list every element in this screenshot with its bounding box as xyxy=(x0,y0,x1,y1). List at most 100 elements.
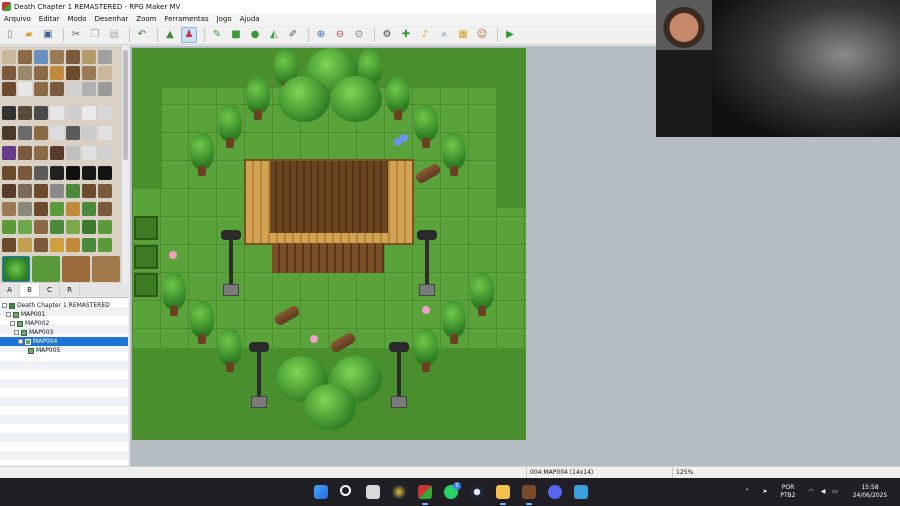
tile[interactable] xyxy=(2,202,16,216)
discord-icon[interactable] xyxy=(548,485,562,499)
tree-map003[interactable]: MAP003 xyxy=(14,328,126,337)
notepad-icon[interactable] xyxy=(574,485,588,499)
tab-b[interactable]: B xyxy=(20,284,40,296)
cut-icon[interactable]: ✂ xyxy=(68,27,84,43)
tile[interactable] xyxy=(32,256,60,282)
tile[interactable] xyxy=(66,126,80,140)
game-icon[interactable] xyxy=(522,485,536,505)
tile[interactable] xyxy=(34,184,48,198)
tree-project[interactable]: Death Chapter 1 REMASTERED xyxy=(2,301,126,310)
tile[interactable] xyxy=(2,106,16,120)
plugin-manager-icon[interactable]: ✚ xyxy=(398,27,414,43)
tile[interactable] xyxy=(18,66,32,80)
zoom-out-icon[interactable]: ⊖ xyxy=(332,27,348,43)
tile[interactable] xyxy=(34,50,48,64)
menu-modo[interactable]: Modo xyxy=(64,15,91,23)
tile[interactable] xyxy=(98,146,112,160)
tile[interactable] xyxy=(50,66,64,80)
collapse-icon[interactable] xyxy=(10,321,15,326)
tree-sprite[interactable] xyxy=(218,328,242,374)
tile[interactable] xyxy=(62,256,90,282)
tileset-palette[interactable] xyxy=(0,46,128,283)
tile[interactable] xyxy=(82,220,96,234)
rpg-maker-taskbar-icon[interactable] xyxy=(418,485,432,505)
tile[interactable] xyxy=(98,106,112,120)
clock-time[interactable]: 15:58 xyxy=(848,484,892,492)
tile[interactable] xyxy=(50,238,64,252)
database-icon[interactable]: ⚙ xyxy=(379,27,395,43)
rectangle-icon[interactable]: ■ xyxy=(228,27,244,43)
tile[interactable] xyxy=(82,202,96,216)
blue-flower-sprite[interactable] xyxy=(400,134,408,142)
tile[interactable] xyxy=(18,126,32,140)
pink-flower-sprite[interactable] xyxy=(310,335,318,343)
undo-icon[interactable]: ↶ xyxy=(134,27,150,43)
bush-sprite[interactable] xyxy=(278,76,330,122)
tile[interactable] xyxy=(2,146,16,160)
tileset-scrollbar[interactable] xyxy=(121,46,128,283)
scrollbar-thumb[interactable] xyxy=(123,50,128,160)
tile[interactable] xyxy=(82,238,96,252)
ellipse-icon[interactable]: ● xyxy=(247,27,263,43)
menu-editar[interactable]: Editar xyxy=(35,15,64,23)
location-icon[interactable]: ➤ xyxy=(760,488,770,496)
tile[interactable] xyxy=(2,66,16,80)
event-mode-icon[interactable]: ♟ xyxy=(181,26,197,43)
tile[interactable] xyxy=(34,166,48,180)
menu-arquivo[interactable]: Arquivo xyxy=(0,15,35,23)
tile[interactable] xyxy=(50,50,64,64)
tile[interactable] xyxy=(34,66,48,80)
tile[interactable] xyxy=(34,202,48,216)
collapse-icon[interactable] xyxy=(2,303,7,308)
tile[interactable] xyxy=(98,82,112,96)
tile[interactable] xyxy=(34,126,48,140)
street-lamp-sprite[interactable] xyxy=(248,342,270,412)
tile[interactable] xyxy=(18,184,32,198)
steam-icon[interactable] xyxy=(470,485,484,499)
collapse-icon[interactable] xyxy=(6,312,11,317)
map-mode-icon[interactable]: ▲ xyxy=(162,27,178,43)
tile[interactable] xyxy=(18,238,32,252)
tile[interactable] xyxy=(50,220,64,234)
tree-sprite[interactable] xyxy=(246,76,270,122)
tile[interactable] xyxy=(50,126,64,140)
map-tile-marker[interactable] xyxy=(134,273,158,297)
tile[interactable] xyxy=(18,106,32,120)
search-icon[interactable] xyxy=(340,485,351,496)
fill-icon[interactable]: ◭ xyxy=(266,27,282,43)
tree-sprite[interactable] xyxy=(162,272,186,318)
tile[interactable] xyxy=(66,82,80,96)
tile[interactable] xyxy=(18,146,32,160)
menu-zoom[interactable]: Zoom xyxy=(132,15,160,23)
tile[interactable] xyxy=(50,202,64,216)
tile[interactable] xyxy=(98,166,112,180)
tile[interactable] xyxy=(2,166,16,180)
street-lamp-sprite[interactable] xyxy=(388,342,410,412)
battery-icon[interactable]: ▭ xyxy=(830,488,840,496)
app-icon[interactable] xyxy=(392,485,406,499)
house-wall[interactable] xyxy=(272,243,384,273)
tile[interactable] xyxy=(2,50,16,64)
tile[interactable] xyxy=(66,238,80,252)
tab-r[interactable]: R xyxy=(60,284,80,296)
clock-date[interactable]: 24/06/2025 xyxy=(848,492,892,500)
paste-icon[interactable]: ▤ xyxy=(106,27,122,43)
tile[interactable] xyxy=(66,66,80,80)
menu-ajuda[interactable]: Ajuda xyxy=(236,15,264,23)
tree-sprite[interactable] xyxy=(442,132,466,178)
menu-jogo[interactable]: Jogo xyxy=(213,15,236,23)
tree-sprite[interactable] xyxy=(218,104,242,150)
open-project-icon[interactable]: ▰ xyxy=(21,27,37,43)
tile[interactable] xyxy=(66,106,80,120)
volume-icon[interactable]: ◀ xyxy=(818,488,828,496)
tile[interactable] xyxy=(34,106,48,120)
event-searcher-icon[interactable]: ⌕ xyxy=(436,27,452,43)
tile[interactable] xyxy=(2,238,16,252)
tile[interactable] xyxy=(98,126,112,140)
playtest-icon[interactable]: ▶ xyxy=(502,27,518,43)
tile[interactable] xyxy=(82,82,96,96)
menu-desenhar[interactable]: Desenhar xyxy=(91,15,133,23)
street-lamp-sprite[interactable] xyxy=(220,230,242,300)
pink-flower-sprite[interactable] xyxy=(422,306,430,314)
tile[interactable] xyxy=(34,220,48,234)
